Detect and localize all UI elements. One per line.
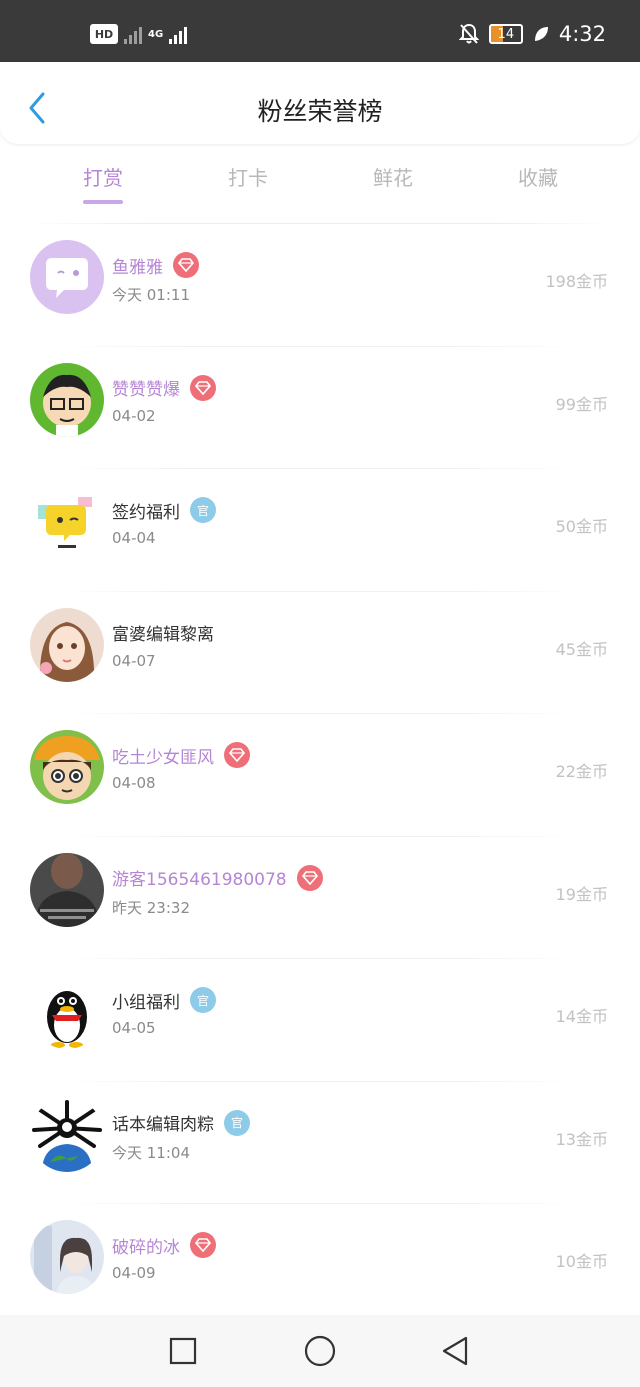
list-item[interactable]: 富婆编辑黎离 04-07 45金币 [0,592,640,715]
fan-date: 04-07 [112,651,156,670]
status-left: HD 4G [90,24,188,44]
fan-name[interactable]: 吃土少女匪风 [112,743,214,768]
list-item[interactable]: 小组福利 官 04-05 14金币 [0,959,640,1082]
leaf-icon [534,27,548,41]
fan-coins: 10金币 [555,1252,608,1271]
tab-reward[interactable]: 打赏 [63,162,143,191]
list-item[interactable]: 赞赞赞爆 04-02 99金币 [0,347,640,470]
avatar[interactable] [30,607,104,682]
tab-bar: 打赏 打卡 鲜花 收藏 [0,150,640,210]
tab-flowers[interactable]: 鲜花 [353,162,433,191]
active-tab-indicator [83,200,123,204]
battery-icon: 14 [488,24,523,44]
fan-date: 今天 11:04 [112,1143,190,1162]
list-item[interactable]: 破碎的冰 04-09 10金币 [0,1204,640,1327]
fan-coins: 13金币 [555,1129,608,1149]
fan-name[interactable]: 签约福利 [112,498,180,523]
fan-date: 04-08 [112,774,156,792]
fan-name[interactable]: 小组福利 [112,988,180,1013]
diamond-icon [296,864,323,891]
status-bar: HD 4G 14 4:32 [0,0,640,62]
page-title: 粉丝荣誉榜 [257,97,383,126]
fan-coins: 99金币 [555,394,608,414]
globe-creature-avatar-icon [30,1097,104,1172]
official-icon: 官 [190,987,216,1013]
fan-name[interactable]: 赞赞赞爆 [112,375,180,400]
hd-icon: HD [90,24,118,44]
fan-name[interactable]: 鱼雅雅 [112,253,163,278]
triangle-back-icon [442,1336,468,1366]
fan-coins: 50金币 [555,517,608,536]
fan-name[interactable]: 破碎的冰 [112,1233,180,1258]
avatar[interactable] [30,975,104,1049]
avatar[interactable] [30,852,104,927]
header: 粉丝荣誉榜 [0,62,640,144]
fan-date: 04-09 [112,1264,156,1282]
fan-name[interactable]: 游客1565461980078 [112,865,287,890]
network-type-label: 4G [148,28,164,40]
fan-date: 04-04 [112,529,156,547]
official-icon: 官 [190,497,216,523]
fan-date: 04-02 [112,406,156,425]
fan-coins: 198金币 [545,272,608,291]
signal-sim1-icon [124,24,142,44]
fan-date: 今天 01:11 [112,286,190,304]
avatar[interactable] [30,1220,104,1294]
list-item[interactable]: 吃土少女匪风 04-08 22金币 [0,714,640,837]
avatar[interactable] [30,240,104,314]
photo-person-avatar-icon [30,852,104,927]
bell-off-icon [458,23,479,44]
list-item[interactable]: 鱼雅雅 今天 01:11 198金币 [0,224,640,347]
fan-date: 昨天 23:32 [112,898,190,917]
tab-checkin[interactable]: 打卡 [208,162,288,191]
cartoon-girl-hat-avatar-icon [30,730,104,804]
diamond-icon [190,374,216,401]
system-nav-bar [0,1315,640,1387]
avatar[interactable] [30,1097,104,1172]
fan-coins: 45金币 [555,639,608,659]
official-icon: 官 [224,1109,250,1136]
fan-coins: 19金币 [555,884,608,904]
list-item[interactable]: 游客1565461980078 昨天 23:32 19金币 [0,837,640,960]
status-right: 14 4:32 [458,22,606,46]
fan-name[interactable]: 富婆编辑黎离 [112,620,214,645]
status-time: 4:32 [558,22,606,46]
home-button[interactable] [302,1333,338,1369]
diamond-icon [224,742,250,768]
circle-icon [304,1335,336,1367]
fan-coins: 14金币 [555,1007,608,1026]
fan-name[interactable]: 话本编辑肉粽 [112,1110,214,1135]
anime-girl-avatar-icon [30,607,104,682]
list-item[interactable]: 话本编辑肉粽 官 今天 11:04 13金币 [0,1082,640,1205]
chat-bubble-avatar-icon [30,240,104,314]
square-icon [169,1337,197,1365]
recent-apps-button[interactable] [165,1333,201,1369]
avatar[interactable] [30,362,104,437]
yellow-chat-avatar-icon [30,485,104,559]
fan-coins: 22金币 [555,762,608,781]
fan-list: 鱼雅雅 今天 01:11 198金币 赞赞赞爆 04-02 99金币 签约福利 … [0,224,640,1327]
diamond-icon [173,252,199,278]
avatar[interactable] [30,485,104,559]
penguin-avatar-icon [30,975,104,1049]
back-nav-button[interactable] [437,1333,473,1369]
list-item[interactable]: 签约福利 官 04-04 50金币 [0,469,640,592]
avatar[interactable] [30,730,104,804]
signal-sim2-icon [169,24,188,44]
cartoon-boy-avatar-icon [30,362,104,437]
fan-date: 04-05 [112,1019,156,1037]
tab-favorites[interactable]: 收藏 [498,162,578,191]
diamond-icon [190,1232,216,1258]
pale-portrait-avatar-icon [30,1220,104,1294]
